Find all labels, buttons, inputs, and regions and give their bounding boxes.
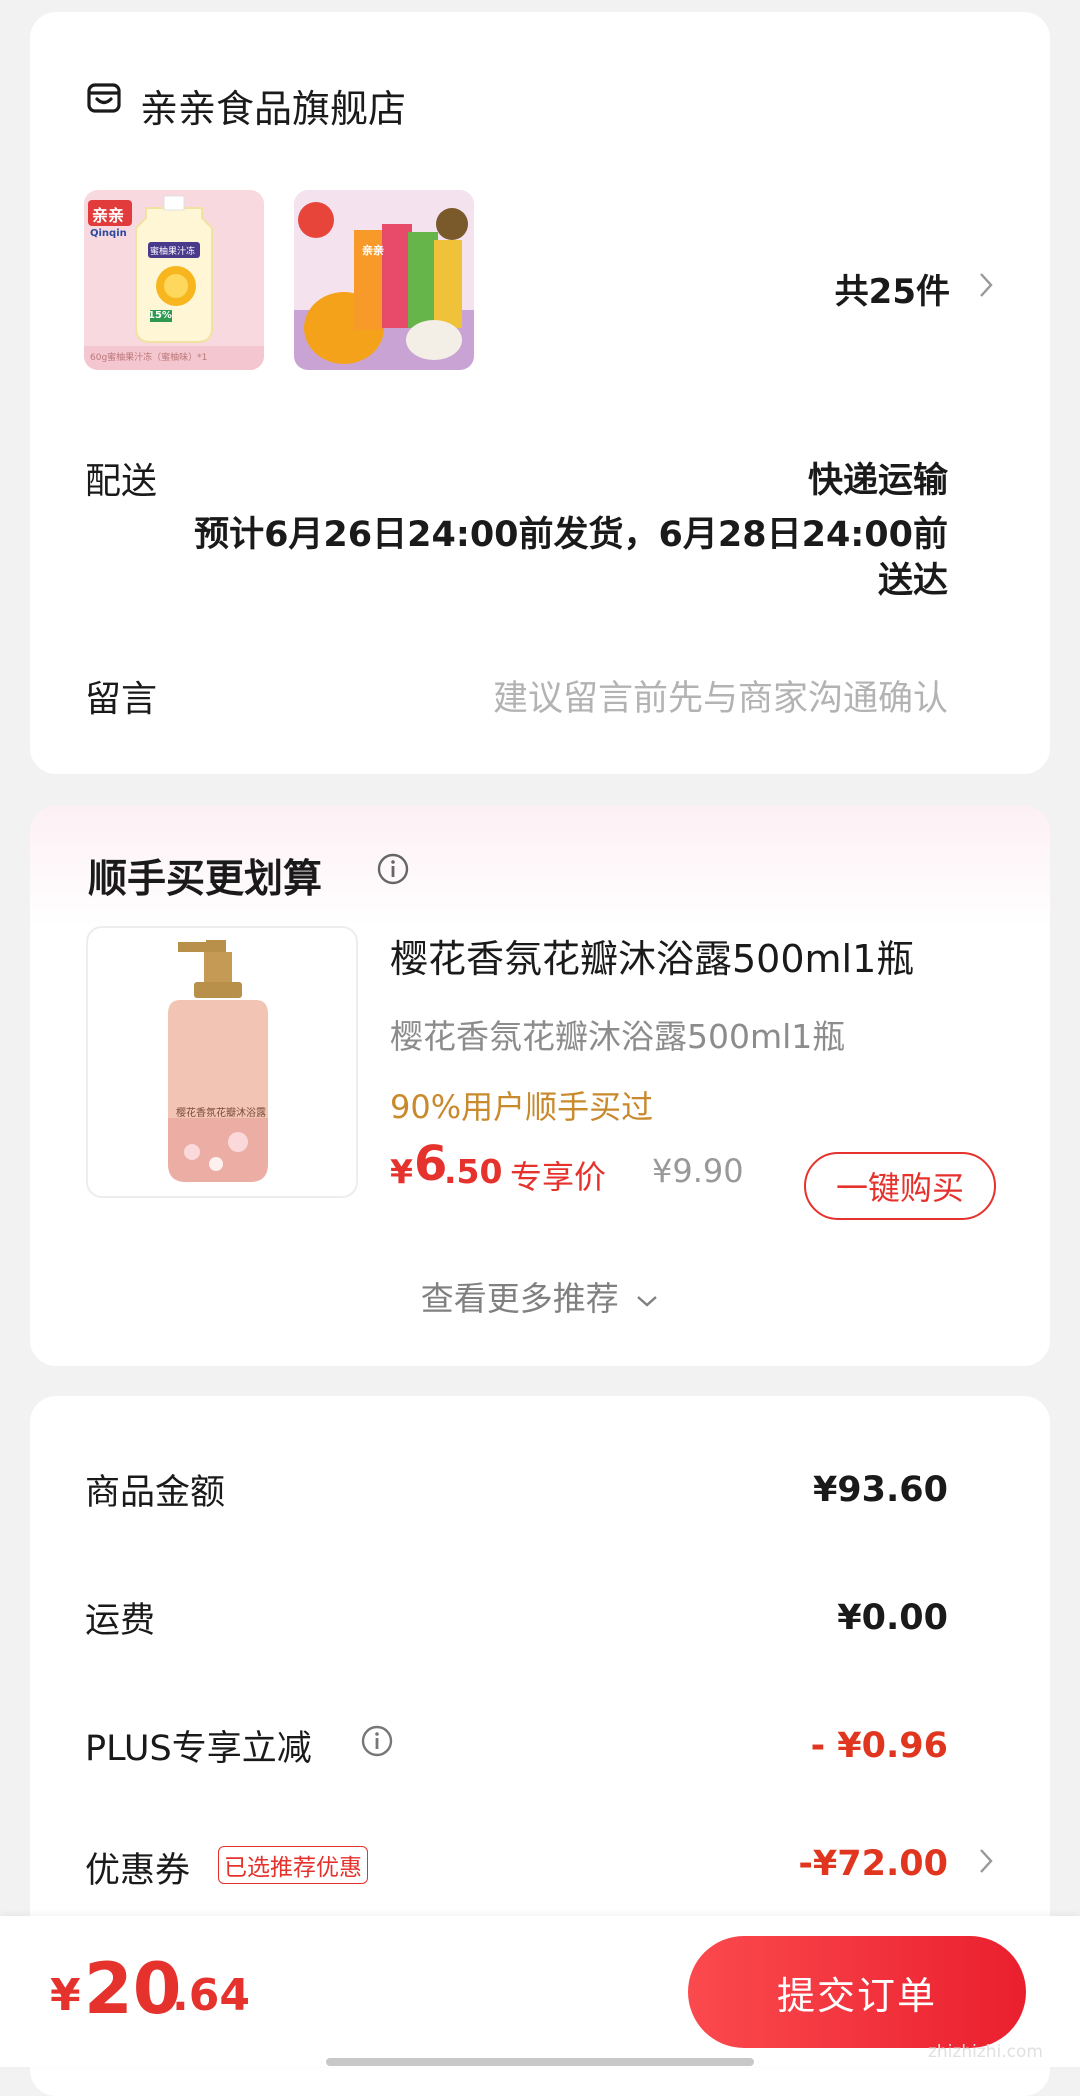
product-thumbnail[interactable]: 亲亲 Qinqin 蜜柚果汁冻 15% 60g蜜柚果汁冻（蜜柚味）*1 — [84, 190, 264, 370]
addon-product-spec: 樱花香氛花瓣沐浴露500ml1瓶 — [390, 1017, 846, 1056]
total-integer: 20 — [84, 1948, 182, 2030]
brand-logo: 亲亲 — [362, 244, 384, 257]
see-more-label: 查看更多推荐 — [420, 1279, 619, 1318]
message-input[interactable]: 建议留言前先与商家沟通确认 — [493, 670, 948, 721]
thumb-caption: 60g蜜柚果汁冻（蜜柚味）*1 — [90, 353, 208, 363]
addon-title: 顺手买更划算 — [88, 857, 323, 902]
delivery-estimate: 预计6月26日24:00前发货，6月28日24:00前 — [194, 515, 948, 555]
info-icon[interactable] — [376, 852, 410, 886]
price-currency: ¥ — [390, 1152, 413, 1191]
price-decimal: .50 — [444, 1152, 503, 1191]
coupon-recommended-tag: 已选推荐优惠 — [218, 1846, 368, 1884]
store-icon — [86, 80, 122, 116]
message-label: 留言 — [85, 679, 158, 720]
info-icon[interactable] — [360, 1724, 394, 1758]
exclusive-price-label: 专享价 — [510, 1158, 607, 1196]
shipping-value: ¥0.00 — [837, 1598, 948, 1638]
chevron-right-icon[interactable] — [978, 1846, 994, 1876]
chevron-right-icon[interactable] — [978, 270, 994, 300]
brand-logo: 亲亲 — [92, 206, 125, 225]
goods-amount-value: ¥93.60 — [812, 1470, 948, 1510]
product-thumbnail[interactable]: 亲亲 — [294, 190, 474, 370]
shipping-label: 运费 — [85, 1601, 156, 1641]
package-label: 蜜柚果汁冻 — [150, 247, 196, 257]
addon-card: 顺手买更划算 樱花香氛花瓣沐浴露 樱花香氛花瓣沐浴露500ml1瓶 樱花香氛花瓣… — [30, 806, 1050, 1366]
plus-discount-label: PLUS专享立减 — [85, 1729, 312, 1769]
item-count[interactable]: 共25件 — [835, 264, 950, 313]
watermark: zhizhizhi.com — [928, 2042, 1043, 2062]
store-card: 亲亲食品旗舰店 亲亲 Qinqin 蜜柚果汁冻 15% 60g蜜柚果汁冻（蜜柚味… — [30, 12, 1050, 774]
brand-latin: Qinqin — [90, 228, 127, 239]
delivery-estimate-cont: 送达 — [877, 561, 948, 601]
store-name[interactable]: 亲亲食品旗舰店 — [140, 78, 406, 133]
coupon-label: 优惠券 — [85, 1851, 191, 1891]
addon-product-image[interactable]: 樱花香氛花瓣沐浴露 — [86, 926, 358, 1198]
chevron-down-icon — [635, 1294, 659, 1308]
delivery-method[interactable]: 快递运输 — [808, 452, 948, 503]
one-click-buy-button[interactable]: 一键购买 — [804, 1152, 996, 1220]
addon-product-name[interactable]: 樱花香氛花瓣沐浴露500ml1瓶 — [390, 928, 914, 983]
percent-label: 15% — [148, 310, 172, 321]
addon-purchase-badge: 90%用户顺手买过 — [390, 1088, 654, 1126]
checkout-bar: ¥ 20 .64 提交订单 zhizhizhi.com — [0, 1916, 1080, 2067]
bottle-label: 樱花香氛花瓣沐浴露 — [176, 1108, 266, 1119]
submit-order-button[interactable]: 提交订单 — [688, 1936, 1026, 2048]
see-more-link[interactable]: 查看更多推荐 — [30, 1272, 1050, 1320]
total-decimal: .64 — [172, 1970, 250, 2021]
goods-amount-label: 商品金额 — [85, 1473, 226, 1513]
coupon-value[interactable]: -¥72.00 — [798, 1844, 948, 1884]
price-integer: 6 — [414, 1136, 448, 1192]
plus-discount-value: - ¥0.96 — [810, 1726, 948, 1766]
delivery-label: 配送 — [85, 461, 158, 502]
total-currency: ¥ — [50, 1970, 81, 2021]
original-price: ¥9.90 — [652, 1152, 744, 1190]
home-indicator[interactable] — [326, 2058, 754, 2066]
